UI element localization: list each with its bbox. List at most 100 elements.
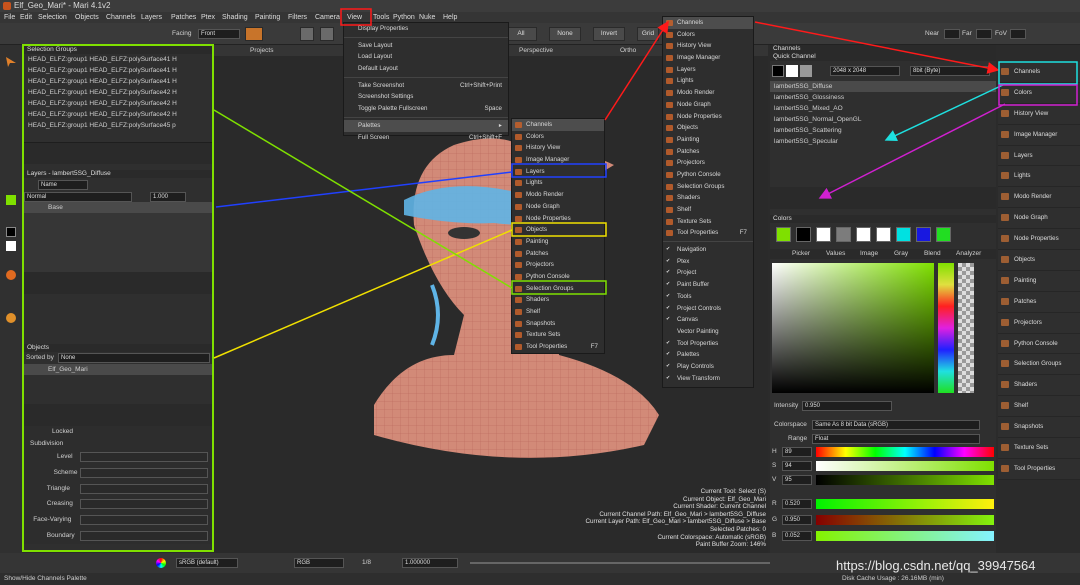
select-all-button[interactable]: All — [505, 27, 537, 41]
color-swatch[interactable] — [936, 227, 951, 242]
menu-camera[interactable]: Camera — [315, 12, 340, 23]
channel-size-select[interactable]: 2048 x 2048 — [830, 66, 900, 76]
select-none-button[interactable]: None — [549, 27, 581, 41]
grid-button[interactable]: Grid — [637, 27, 659, 41]
range-select[interactable]: Float — [812, 434, 980, 444]
view-menu-toggle-palette-fullscreen-item[interactable]: Toggle Palette Fullscreen Space — [344, 103, 508, 115]
color-tab-picker[interactable]: Picker — [792, 250, 810, 257]
ctx-node-graph-item[interactable]: Node Graph — [663, 99, 753, 111]
menu-patches[interactable]: Patches — [171, 12, 196, 23]
palettes-snapshots-item[interactable]: Snapshots — [512, 318, 604, 330]
color-picker-area[interactable] — [770, 259, 996, 399]
palettes-painting-item[interactable]: Painting — [512, 236, 604, 248]
toolbar-navigation-item[interactable]: Navigation — [663, 244, 753, 256]
menu-edit[interactable]: Edit — [20, 12, 32, 23]
menu-shading[interactable]: Shading — [222, 12, 248, 23]
menu-layers[interactable]: Layers — [141, 12, 162, 23]
ctx-image-manager-item[interactable]: Image Manager — [663, 52, 753, 64]
object-prop-creasing-field[interactable] — [80, 499, 208, 510]
intensity-field[interactable]: 0.950 — [802, 401, 892, 411]
sorted-by-select[interactable]: None — [58, 353, 210, 363]
palettes-history-view-item[interactable]: History View — [512, 142, 604, 154]
dock-selection-groups[interactable]: Selection Groups — [998, 354, 1080, 376]
palettes-objects-item[interactable]: Objects — [512, 224, 604, 236]
toolbar-paint-buffer-item[interactable]: Paint Buffer — [663, 279, 753, 291]
palettes-colors-item[interactable]: Colors — [512, 131, 604, 143]
ctx-history-view-item[interactable]: History View — [663, 40, 753, 52]
ctx-patches-item[interactable]: Patches — [663, 146, 753, 158]
palettes-patches-item[interactable]: Patches — [512, 248, 604, 260]
ctx-shaders-item[interactable]: Shaders — [663, 192, 753, 204]
color-swatch[interactable] — [816, 227, 831, 242]
selection-group-item[interactable]: HEAD_ELFZ:group1 HEAD_ELFZ:polySurface41… — [24, 65, 212, 76]
ctx-painting-item[interactable]: Painting — [663, 134, 753, 146]
palettes-texture-sets-item[interactable]: Texture Sets — [512, 329, 604, 341]
color-r-slider[interactable] — [816, 499, 994, 509]
select-tool-icon[interactable] — [6, 57, 16, 67]
palettes-modo-render-item[interactable]: Modo Render — [512, 189, 604, 201]
layer-base[interactable]: Base — [24, 202, 212, 213]
color-picker-field[interactable] — [772, 263, 934, 393]
dock-shaders[interactable]: Shaders — [998, 375, 1080, 397]
color-swatch[interactable] — [916, 227, 931, 242]
color-tab-image[interactable]: Image — [860, 250, 878, 257]
dock-node-graph[interactable]: Node Graph — [998, 208, 1080, 230]
toolbar-view-transform-item[interactable]: View Transform — [663, 373, 753, 385]
ctx-python-console-item[interactable]: Python Console — [663, 169, 753, 181]
channel-depth-select[interactable]: 8bit (Byte) — [910, 66, 990, 76]
tab-ortho[interactable]: Ortho — [620, 47, 636, 54]
color-v-field[interactable]: 95 — [782, 475, 812, 485]
toolbar-tools-item[interactable]: Tools — [663, 291, 753, 303]
alpha-slider[interactable] — [958, 263, 974, 393]
view-menu-load-layout-item[interactable]: Load Layout — [344, 51, 508, 63]
color-swatch[interactable] — [856, 227, 871, 242]
color-swatch[interactable] — [876, 227, 891, 242]
channel-item[interactable]: lambert5SG_Glossiness — [770, 92, 996, 103]
fov-field[interactable] — [1010, 29, 1026, 39]
hue-slider[interactable] — [938, 263, 954, 393]
tab-perspective[interactable]: Perspective — [519, 47, 553, 54]
colorspace-select[interactable]: Same As 8 bit Data (sRGB) — [812, 420, 980, 430]
dock-modo-render[interactable]: Modo Render — [998, 187, 1080, 209]
color-swatch[interactable] — [796, 227, 811, 242]
selection-group-item[interactable]: HEAD_ELFZ:group1 HEAD_ELFZ:polySurface42… — [24, 98, 212, 109]
object-prop-face-varying-field[interactable] — [80, 515, 208, 526]
ctx-colors-item[interactable]: Colors — [663, 29, 753, 41]
dock-snapshots[interactable]: Snapshots — [998, 417, 1080, 439]
palettes-python-console-item[interactable]: Python Console — [512, 271, 604, 283]
color-h-slider[interactable] — [816, 447, 994, 457]
channel-color-black-icon[interactable] — [772, 65, 784, 77]
layer-opacity[interactable]: 1.000 — [150, 192, 186, 202]
palettes-tool-properties-item[interactable]: Tool Properties F7 — [512, 341, 604, 353]
white-color-icon[interactable] — [6, 241, 16, 251]
paint-buffer-icon[interactable] — [6, 270, 16, 280]
view-menu-save-layout-item[interactable]: Save Layout — [344, 40, 508, 52]
toolbar-vector-painting-item[interactable]: Vector Painting — [663, 326, 753, 338]
dock-shelf[interactable]: Shelf — [998, 396, 1080, 418]
invert-selection-button[interactable]: Invert — [593, 27, 625, 41]
palettes-image-manager-item[interactable]: Image Manager — [512, 154, 604, 166]
channel-item[interactable]: lambert5SG_Scattering — [770, 125, 996, 136]
color-tab-analyzer[interactable]: Analyzer — [956, 250, 981, 257]
dock-history-view[interactable]: History View — [998, 103, 1080, 125]
dock-patches[interactable]: Patches — [998, 291, 1080, 313]
ctx-lights-item[interactable]: Lights — [663, 75, 753, 87]
channel-color-grey-icon[interactable] — [800, 65, 812, 77]
object-prop-scheme-field[interactable] — [80, 467, 208, 478]
rgb-select[interactable]: RGB — [294, 558, 344, 568]
color-b-field[interactable]: 0.052 — [782, 531, 812, 541]
palettes-shelf-item[interactable]: Shelf — [512, 306, 604, 318]
ctx-node-properties-item[interactable]: Node Properties — [663, 111, 753, 123]
toolbar-canvas-item[interactable]: Canvas — [663, 314, 753, 326]
color-g-field[interactable]: 0.950 — [782, 515, 812, 525]
color-wheel-icon[interactable] — [156, 558, 166, 568]
ctx-selection-groups-item[interactable]: Selection Groups — [663, 181, 753, 193]
brush-icon[interactable] — [300, 27, 314, 41]
view-menu-take-screenshot-item[interactable]: Take Screenshot Ctrl+Shift+Print — [344, 80, 508, 92]
layer-blend-mode[interactable]: Normal — [24, 192, 132, 202]
dock-channels[interactable]: Channels — [998, 62, 1080, 83]
far-field[interactable] — [976, 29, 992, 39]
color-swatch[interactable] — [896, 227, 911, 242]
selection-group-item[interactable]: HEAD_ELFZ:group1 HEAD_ELFZ:polySurface41… — [24, 54, 212, 65]
dock-objects[interactable]: Objects — [998, 250, 1080, 271]
